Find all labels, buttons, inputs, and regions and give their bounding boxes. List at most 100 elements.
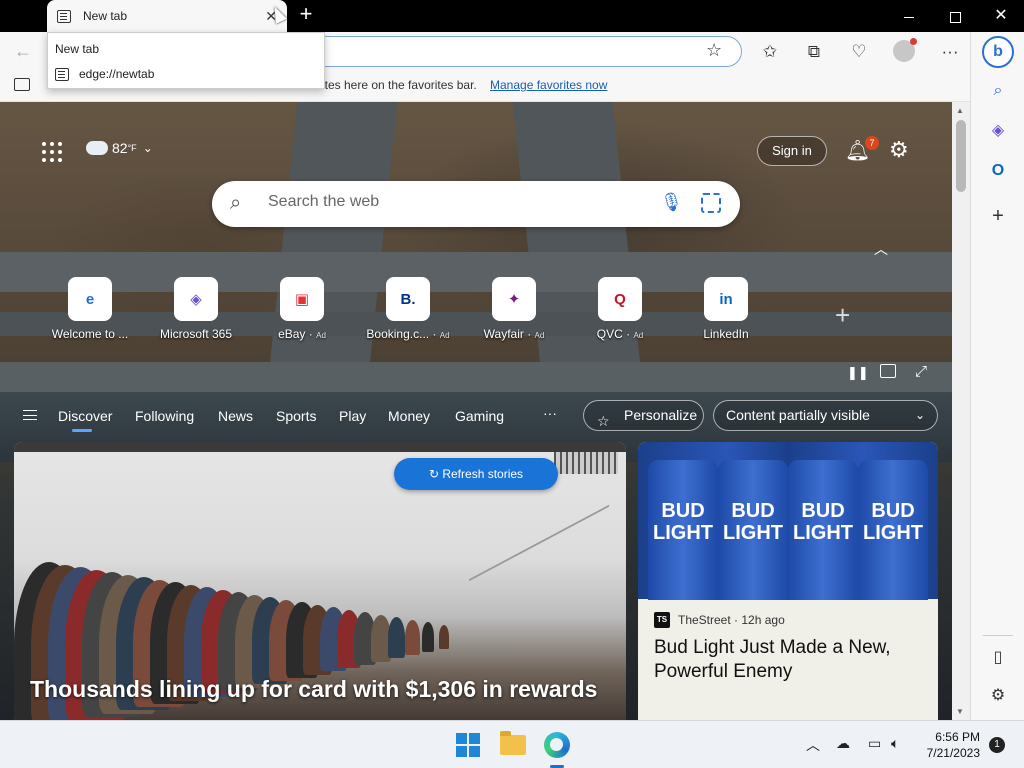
booking-logo-icon: B. bbox=[386, 277, 430, 321]
story-title[interactable]: Bud Light Just Made a New, Powerful Enem… bbox=[654, 636, 924, 684]
nav-more-button[interactable]: ··· bbox=[543, 405, 557, 421]
sign-in-button[interactable]: Sign in bbox=[757, 136, 827, 166]
content-visibility-select[interactable]: Content partially visible ⌄ bbox=[713, 400, 938, 431]
ad-label: Ad bbox=[439, 331, 450, 340]
nav-play[interactable]: Play bbox=[339, 408, 366, 424]
scroll-up-arrow-icon[interactable]: ▲ bbox=[956, 106, 964, 115]
card-image bbox=[14, 442, 626, 452]
minimize-button[interactable] bbox=[886, 0, 932, 32]
collapse-chevron-up-icon[interactable]: ︿ bbox=[874, 239, 888, 259]
page-settings-gear-icon[interactable]: ⚙ bbox=[889, 137, 909, 163]
back-button[interactable]: ← bbox=[14, 41, 32, 62]
add-sidebar-app-icon[interactable]: + bbox=[986, 204, 1010, 228]
bing-chat-button[interactable]: b bbox=[982, 36, 1014, 68]
microphone-icon[interactable]: 🎙︎ bbox=[660, 192, 683, 213]
edge-logo-icon: e bbox=[68, 277, 112, 321]
quick-link-label: Microsoft 365 bbox=[159, 327, 233, 341]
outlook-icon[interactable]: O bbox=[986, 159, 1010, 183]
source-separator: · bbox=[730, 613, 742, 627]
address-bar[interactable] bbox=[300, 36, 742, 67]
show-hidden-icons-chevron-icon[interactable]: ︿ bbox=[806, 735, 820, 755]
new-tab-page-icon bbox=[57, 9, 71, 23]
hide-sidebar-icon[interactable]: ▯ bbox=[986, 646, 1010, 670]
ad-label: Ad bbox=[316, 331, 326, 340]
personalize-star-icon: ☆ bbox=[597, 413, 610, 429]
app-launcher-icon[interactable] bbox=[42, 142, 62, 162]
onedrive-icon[interactable]: ☁ bbox=[836, 735, 850, 752]
refresh-stories-button[interactable]: ↻ Refresh stories bbox=[394, 458, 558, 490]
quick-link-tile[interactable]: ✦ Wayfair · Ad bbox=[469, 277, 559, 341]
qvc-logo-icon: Q bbox=[598, 277, 642, 321]
clock-date: 7/21/2023 bbox=[926, 746, 980, 760]
notification-count-badge: 7 bbox=[865, 136, 879, 150]
featured-story-card[interactable]: ↻ Refresh stories Thousands lining up fo… bbox=[14, 442, 626, 720]
story-age: 12h ago bbox=[741, 613, 785, 627]
chevron-down-icon: ⌄ bbox=[914, 408, 925, 422]
quick-link-label: QVC · Ad bbox=[596, 327, 644, 341]
volume-icon[interactable]: 🔈︎ bbox=[891, 735, 899, 752]
network-icon[interactable]: ▭ bbox=[868, 735, 881, 752]
search-input[interactable] bbox=[268, 193, 628, 211]
nav-sports[interactable]: Sports bbox=[276, 408, 316, 424]
scroll-thumb[interactable] bbox=[956, 120, 966, 192]
partly-cloudy-icon bbox=[86, 136, 108, 155]
feed-nav: Discover Following News Sports Play Mone… bbox=[0, 400, 952, 436]
background-road bbox=[0, 362, 952, 392]
nav-money[interactable]: Money bbox=[388, 408, 430, 424]
windows-start-icon[interactable] bbox=[456, 733, 480, 757]
wayfair-logo-icon: ✦ bbox=[492, 277, 536, 321]
import-favorites-icon[interactable] bbox=[14, 78, 30, 91]
search-icon[interactable]: ⌕ bbox=[986, 79, 1010, 103]
tab-hover-card: New tab edge://newtab bbox=[47, 32, 325, 89]
linkedin-logo-icon: in bbox=[704, 277, 748, 321]
collections-icon[interactable]: ⧉ bbox=[802, 40, 826, 64]
add-quick-link-icon[interactable]: + bbox=[835, 300, 850, 331]
new-tab-page-icon bbox=[55, 67, 69, 81]
quick-link-tile[interactable]: B. Booking.c... · Ad bbox=[363, 277, 453, 341]
maximize-button[interactable] bbox=[932, 0, 978, 32]
quick-link-tile[interactable]: Q QVC · Ad bbox=[575, 277, 665, 341]
weather-widget[interactable]: 82 °F ⌄ bbox=[86, 136, 153, 156]
background-image-info-icon[interactable] bbox=[880, 364, 896, 378]
pause-background-icon[interactable]: ❚❚ bbox=[847, 365, 869, 381]
featured-story-headline[interactable]: Thousands lining up for card with $1,306… bbox=[30, 676, 597, 703]
favorite-star-icon[interactable]: ☆ bbox=[706, 40, 722, 61]
quick-link-tile[interactable]: in LinkedIn bbox=[681, 277, 771, 341]
more-options-icon[interactable]: ··· bbox=[938, 40, 962, 64]
menu-hamburger-icon[interactable] bbox=[23, 410, 37, 420]
title-bar: New tab ✕ + ✕ bbox=[0, 0, 1024, 32]
tab-new-tab[interactable]: New tab ✕ bbox=[47, 0, 287, 32]
notification-center-badge[interactable]: 1 bbox=[989, 737, 1005, 753]
scroll-down-arrow-icon[interactable]: ▼ bbox=[956, 707, 964, 716]
browser-essentials-icon[interactable]: ♡ bbox=[847, 40, 871, 64]
file-explorer-icon[interactable] bbox=[500, 731, 526, 755]
story-card[interactable]: BUD LIGHT BUD LIGHT BUD LIGHT BUD LIGHT TS … bbox=[638, 442, 938, 720]
favorites-icon[interactable]: ✩ bbox=[758, 40, 782, 64]
crowd-person bbox=[439, 624, 449, 649]
quick-link-tile[interactable]: ▣ eBay · Ad bbox=[257, 277, 347, 341]
close-window-button[interactable]: ✕ bbox=[978, 0, 1024, 32]
ad-label: Ad bbox=[633, 331, 644, 340]
nav-following[interactable]: Following bbox=[135, 408, 194, 424]
profile-avatar[interactable] bbox=[893, 38, 917, 62]
new-tab-page: 82°F ⌄ Sign in 🔔︎ 7 ⚙ ⌕ 🎙︎ ︿ eWelcome to… bbox=[0, 102, 952, 720]
crowd-person bbox=[422, 622, 435, 652]
page-scrollbar[interactable]: ▲ ▼ bbox=[952, 102, 970, 720]
nav-discover[interactable]: Discover bbox=[58, 408, 112, 432]
system-clock[interactable]: 6:56 PM 7/21/2023 bbox=[910, 729, 980, 761]
crowd-person bbox=[405, 619, 420, 656]
sidebar-settings-icon[interactable]: ⚙ bbox=[986, 684, 1010, 708]
nav-gaming[interactable]: Gaming bbox=[455, 408, 504, 424]
microsoft-365-icon[interactable]: ◈ bbox=[986, 119, 1010, 143]
personalize-button[interactable]: ☆ Personalize bbox=[583, 400, 704, 431]
manage-favorites-link[interactable]: Manage favorites now bbox=[490, 78, 607, 92]
quick-link-tile[interactable]: e Welcome to ... bbox=[45, 277, 135, 341]
hover-card-url: edge://newtab bbox=[79, 67, 155, 81]
new-tab-button[interactable]: + bbox=[294, 3, 318, 27]
expand-background-icon[interactable]: ⤢ bbox=[915, 363, 927, 380]
quick-link-tile[interactable]: ◈ Microsoft 365 bbox=[151, 277, 241, 341]
edge-browser-icon[interactable] bbox=[544, 732, 570, 758]
visual-search-icon[interactable] bbox=[701, 193, 721, 213]
beer-can-image: BUD LIGHT bbox=[858, 460, 928, 600]
nav-news[interactable]: News bbox=[218, 408, 253, 424]
